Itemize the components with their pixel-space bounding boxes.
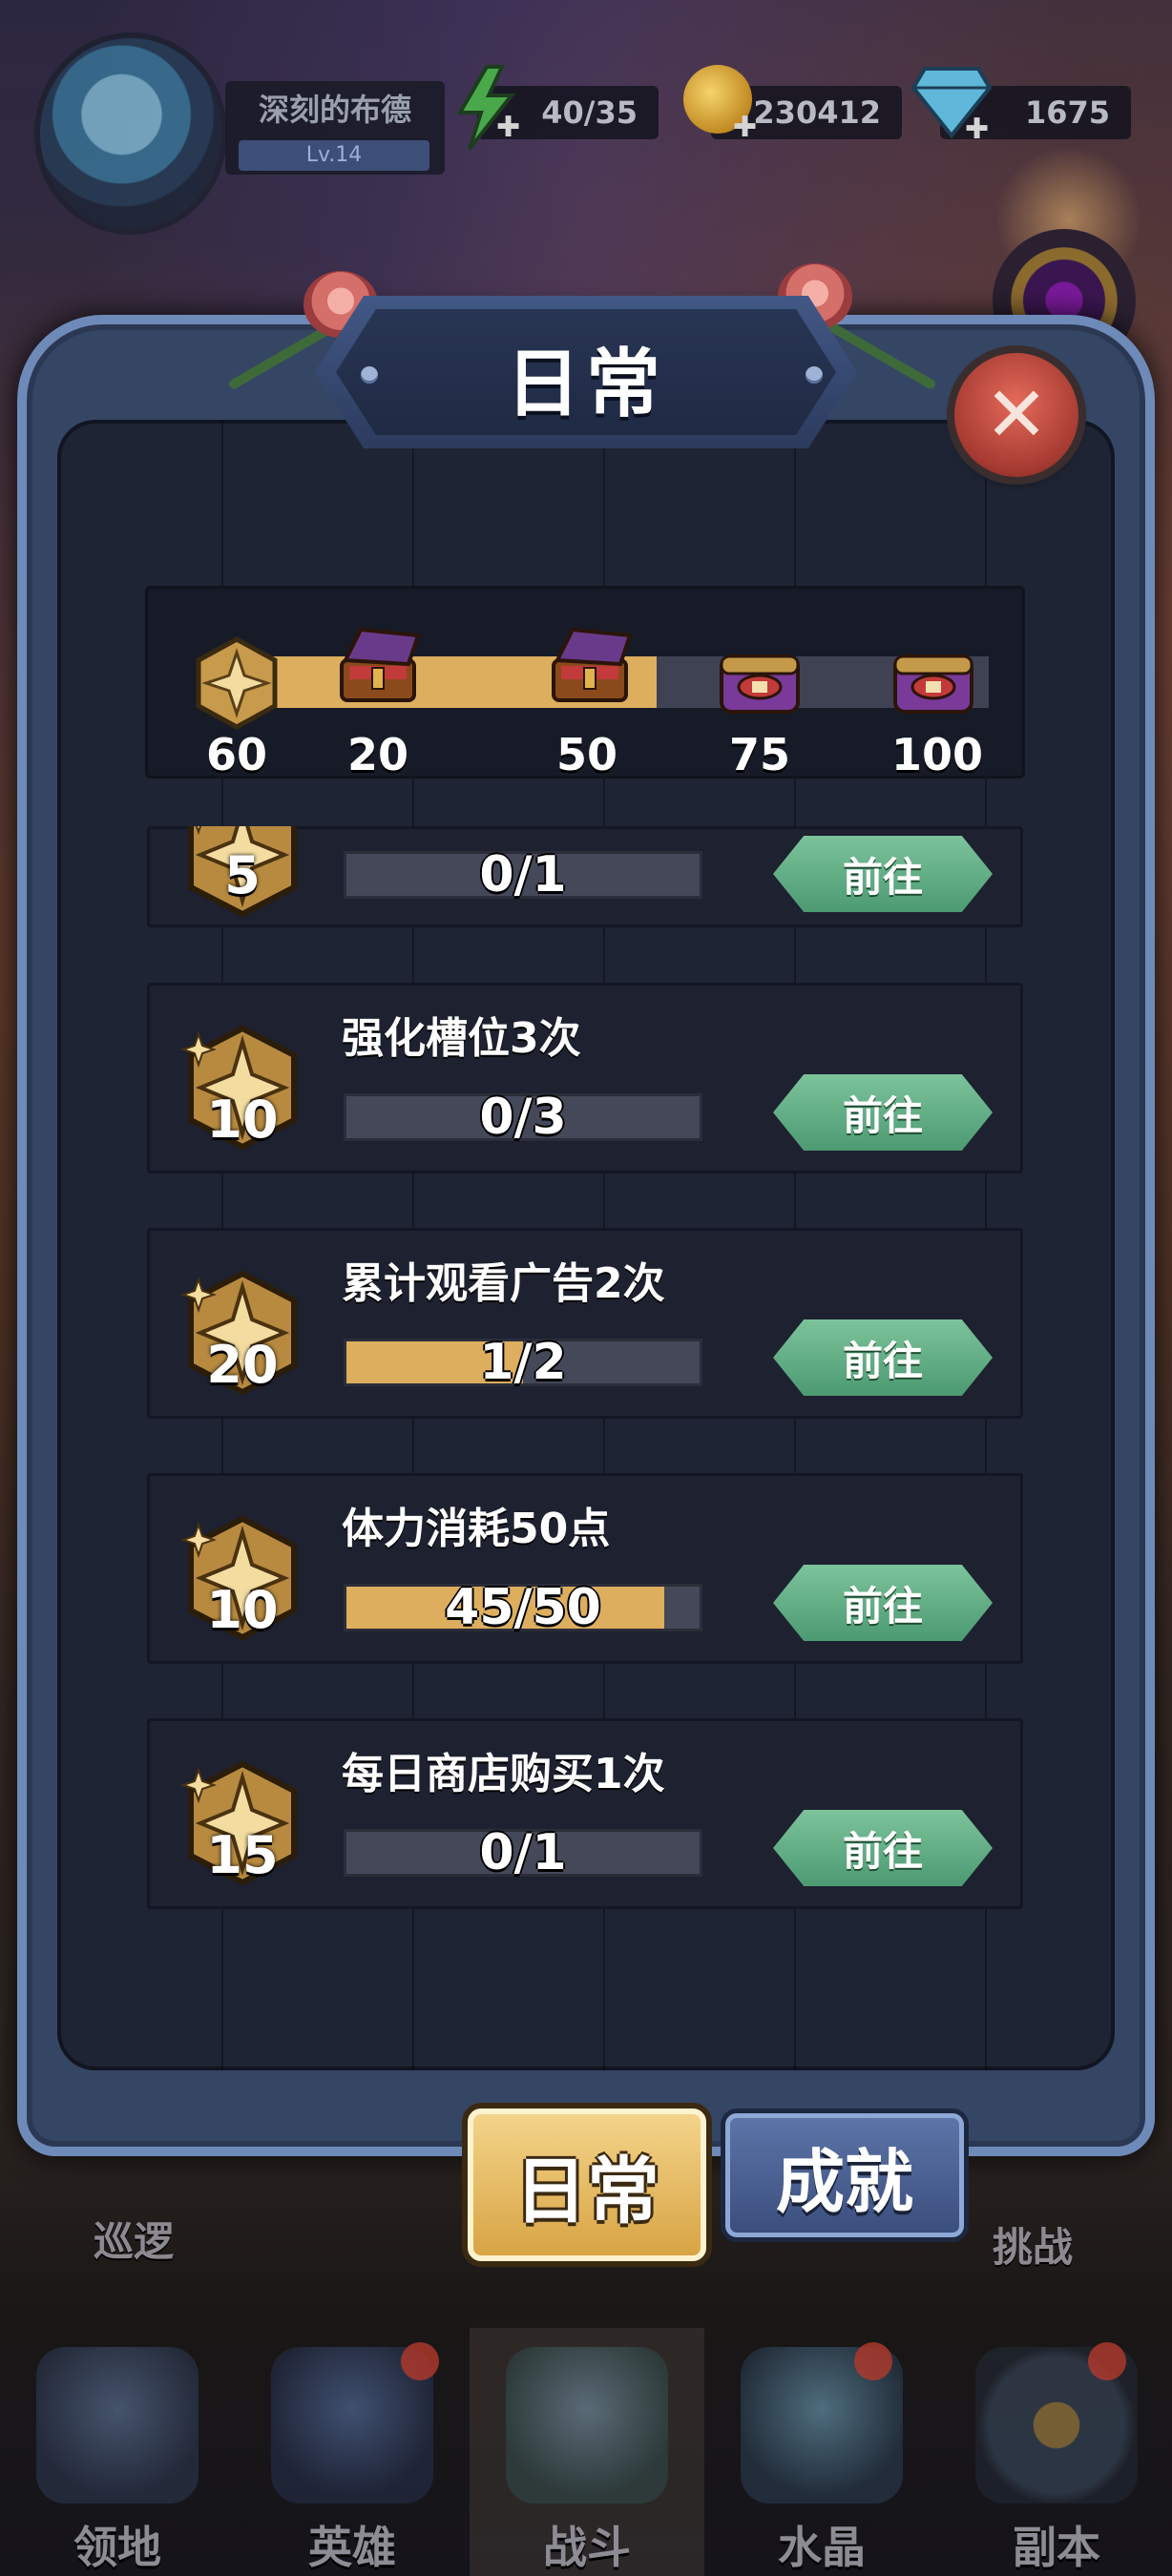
gem-value: 1675 xyxy=(1024,94,1110,131)
notification-dot xyxy=(401,2342,439,2380)
task-title: 体力消耗50点 xyxy=(342,1505,611,1553)
go-button[interactable]: 前往 xyxy=(773,1810,993,1886)
task-reward-value: 15 xyxy=(206,1825,279,1885)
go-button[interactable]: 前往 xyxy=(773,836,993,912)
task-row: 15 每日商店购买1次 0/1 前往 xyxy=(147,1718,1023,1909)
chest-opened-icon[interactable] xyxy=(544,626,636,706)
task-title: 累计观看广告2次 xyxy=(342,1259,665,1308)
task-row: 10 强化槽位3次 0/3 前往 xyxy=(147,983,1023,1174)
go-button-label: 前往 xyxy=(842,1827,923,1875)
task-reward-value: 20 xyxy=(206,1335,279,1395)
task-title: 强化槽位3次 xyxy=(342,1014,581,1063)
milestone-value: 20 xyxy=(346,729,408,780)
go-button[interactable]: 前往 xyxy=(773,1074,993,1151)
chest-locked-icon[interactable] xyxy=(888,637,979,717)
task-row: 10 体力消耗50点 45/50 前往 xyxy=(147,1473,1023,1664)
patrol-label[interactable]: 巡逻 xyxy=(94,2210,174,2268)
nav-label: 水晶 xyxy=(778,2522,866,2573)
task-progress-text: 1/2 xyxy=(479,1334,567,1391)
milestone-value: 100 xyxy=(890,729,984,780)
coin-value: 230412 xyxy=(753,94,881,131)
task-progress-text: 45/50 xyxy=(445,1579,601,1636)
go-button-label: 前往 xyxy=(842,1337,923,1384)
milestone-value: 75 xyxy=(728,729,790,780)
go-button[interactable]: 前往 xyxy=(773,1319,993,1396)
go-button[interactable]: 前往 xyxy=(773,1565,993,1641)
territory-icon xyxy=(36,2347,199,2503)
close-button[interactable]: ✕ xyxy=(954,353,1078,477)
milestone-value: 50 xyxy=(555,729,617,780)
task-row: 5 0/1 前往 xyxy=(147,826,1023,927)
task-title: 每日商店购买1次 xyxy=(342,1750,665,1798)
coin-add-button[interactable]: ✚ xyxy=(680,61,764,153)
dialog-title: 日常 xyxy=(505,342,666,427)
task-progress-text: 0/1 xyxy=(479,846,567,904)
tab-daily[interactable]: 日常 xyxy=(468,2109,706,2261)
stamina-add-button[interactable]: ✚ xyxy=(449,65,525,151)
nav-territory[interactable]: 领地 xyxy=(0,2328,235,2576)
go-button-label: 前往 xyxy=(842,853,923,901)
task-reward-value: 10 xyxy=(206,1090,279,1150)
player-level: Lv.14 xyxy=(239,140,429,171)
go-button-label: 前往 xyxy=(842,1091,923,1139)
activity-star-icon xyxy=(196,636,278,730)
nav-dungeon[interactable]: 副本 xyxy=(939,2328,1172,2576)
task-progress-text: 0/3 xyxy=(479,1089,567,1146)
task-reward-value: 10 xyxy=(206,1580,279,1640)
stamina-value: 40/35 xyxy=(541,94,638,131)
task-reward-value: 5 xyxy=(224,845,261,905)
plus-icon: ✚ xyxy=(496,111,521,144)
notification-dot xyxy=(854,2342,892,2380)
tab-achievement-label: 成就 xyxy=(775,2141,913,2222)
chest-opened-icon[interactable] xyxy=(332,626,424,706)
go-button-label: 前往 xyxy=(842,1582,923,1630)
chest-locked-icon[interactable] xyxy=(714,637,806,717)
tab-achievement[interactable]: 成就 xyxy=(725,2113,964,2237)
task-row: 20 累计观看广告2次 1/2 前往 xyxy=(147,1228,1023,1419)
player-avatar[interactable] xyxy=(40,38,221,229)
nav-battle[interactable]: 战斗 xyxy=(470,2328,704,2576)
tab-daily-label: 日常 xyxy=(514,2149,659,2233)
activity-current-value: 60 xyxy=(205,729,267,780)
challenge-label[interactable]: 挑战 xyxy=(993,2215,1073,2274)
nav-label: 副本 xyxy=(1013,2522,1100,2573)
task-progress-text: 0/1 xyxy=(479,1824,567,1881)
battle-icon xyxy=(506,2347,668,2503)
close-icon: ✕ xyxy=(984,370,1049,459)
notification-dot xyxy=(1088,2342,1126,2380)
nav-crystal[interactable]: 水晶 xyxy=(704,2328,939,2576)
plus-icon: ✚ xyxy=(733,111,758,144)
player-name: 深刻的布德 xyxy=(258,92,411,128)
nav-label: 英雄 xyxy=(308,2522,396,2573)
nav-label: 领地 xyxy=(73,2522,161,2573)
nav-label: 战斗 xyxy=(543,2522,631,2573)
